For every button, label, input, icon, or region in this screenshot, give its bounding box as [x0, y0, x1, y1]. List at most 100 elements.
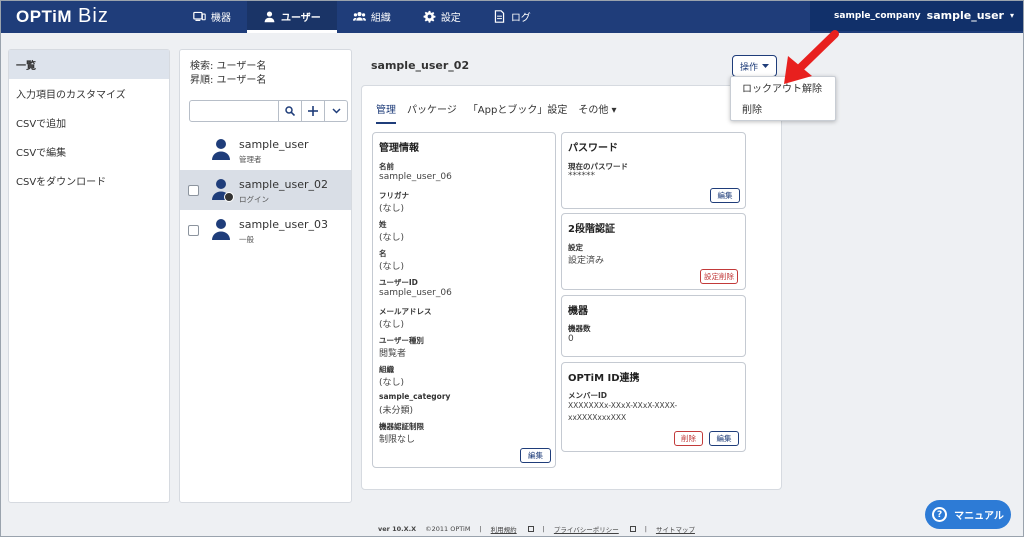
footer-separator: | — [644, 525, 647, 533]
field-value: (未分類) — [379, 406, 414, 416]
terms-link[interactable]: 利用規約 — [491, 524, 517, 534]
nav-device[interactable]: 機器 — [177, 0, 247, 33]
user-name: sample_user — [239, 138, 309, 151]
annotation-arrow-icon — [784, 30, 839, 84]
nav-user-label: ユーザー — [281, 13, 321, 24]
tab-management[interactable]: 管理 — [376, 101, 396, 124]
lock-icon — [224, 192, 234, 202]
field-value: ****** — [568, 171, 595, 181]
edit-password-button[interactable]: 編集 — [710, 188, 740, 203]
nav-group[interactable]: 組織 — [337, 0, 407, 33]
version: ver 10.X.X — [378, 525, 417, 533]
member-id-line1: XXXXXXXx-XXxX-XXxX-XXXX- — [568, 401, 678, 410]
list-options-button[interactable] — [325, 100, 348, 122]
logo-main: OPTiM — [16, 7, 73, 26]
row-checkbox[interactable] — [188, 224, 199, 236]
field-label: メールアドレス — [379, 307, 432, 316]
field-value: (なし) — [379, 262, 405, 272]
nav-log-label: ログ — [510, 13, 531, 24]
user-role: 管理者 — [239, 155, 262, 164]
card-heading: パスワード — [568, 143, 618, 154]
management-info-card: 管理情報 名前 sample_user_06 フリガナ (なし) 姓 (なし) … — [372, 132, 556, 468]
row-checkbox[interactable] — [188, 184, 199, 196]
search-button[interactable] — [279, 100, 302, 122]
nav-settings-label: 設定 — [440, 13, 461, 24]
add-user-button[interactable] — [302, 100, 325, 122]
detail-panel: 管理 パッケージ 「Appとブック」設定 その他 ▾ 管理情報 名前 sampl… — [361, 85, 782, 490]
field-label: ユーザーID — [379, 278, 418, 287]
manual-label: マニュアル — [954, 511, 1004, 522]
main-nav: 機器 ユーザー 組織 設定 ログ — [177, 0, 547, 33]
card-heading: 2段階認証 — [568, 224, 615, 235]
document-icon — [494, 10, 504, 23]
operations-label: 操作 — [739, 62, 758, 73]
nav-settings[interactable]: 設定 — [407, 0, 477, 33]
detail-title: sample_user_02 — [371, 59, 470, 72]
field-label: 名 — [379, 249, 387, 258]
user-avatar-icon — [212, 219, 230, 240]
field-label: メンバーID — [568, 391, 608, 400]
user-name: sample_user_02 — [239, 178, 328, 191]
footer-separator: | — [479, 525, 482, 533]
tab-app-book-settings[interactable]: 「Appとブック」設定 — [468, 101, 568, 124]
nav-user[interactable]: ユーザー — [247, 0, 337, 33]
optim-biz-logo[interactable]: OPTiM Biz — [16, 5, 109, 28]
optim-id-card: OPTiM ID連携 メンバーID XXXXXXXx-XXxX-XXxX-XXX… — [561, 362, 746, 452]
field-value: (なし) — [379, 204, 405, 214]
search-bar — [189, 100, 348, 122]
edit-management-button[interactable]: 編集 — [520, 448, 551, 463]
top-header: OPTiM Biz 機器 ユーザー 組織 設定 ログ sample_compan… — [0, 0, 1024, 33]
field-label: 設定 — [568, 243, 583, 252]
field-value: 0 — [568, 334, 574, 344]
field-value: (なし) — [379, 378, 405, 388]
group-icon — [352, 12, 366, 21]
field-label: sample_category — [379, 392, 451, 401]
field-label: 名前 — [379, 162, 394, 171]
card-heading: OPTiM ID連携 — [568, 373, 640, 384]
copyright: ©2011 OPTiM — [425, 525, 471, 533]
nav-group-label: 組織 — [370, 13, 391, 24]
field-value: 制限なし — [379, 435, 416, 445]
tab-package[interactable]: パッケージ — [407, 101, 457, 124]
menu-item-csv-edit[interactable]: CSVで編集 — [9, 137, 169, 166]
field-label: 機器数 — [568, 324, 591, 333]
device-icon — [193, 11, 206, 21]
manual-button[interactable]: ? マニュアル — [925, 500, 1011, 529]
caret-down-icon — [762, 64, 769, 68]
card-heading: 管理情報 — [379, 143, 419, 154]
field-value: 閲覧者 — [379, 349, 407, 359]
field-value: (なし) — [379, 320, 405, 330]
delete-user-menu-item[interactable]: 削除 — [731, 98, 835, 119]
user-row-selected[interactable]: sample_user_02 ログイン — [180, 170, 351, 210]
field-label: 組織 — [379, 365, 394, 374]
left-menu: 一覧 入力項目のカスタマイズ CSVで追加 CSVで編集 CSVをダウンロード — [8, 49, 170, 503]
user-role: 一般 — [239, 235, 254, 244]
password-card: パスワード 現在のパスワード ****** 編集 — [561, 132, 746, 209]
user-row[interactable]: sample_user 管理者 — [180, 130, 351, 170]
account-menu[interactable]: sample_company sample_user ▾ — [810, 0, 1024, 31]
plus-icon — [308, 106, 318, 116]
menu-item-customize[interactable]: 入力項目のカスタマイズ — [9, 79, 169, 108]
device-card: 機器 機器数 0 — [561, 295, 746, 357]
user-name: sample_user_03 — [239, 218, 328, 231]
gear-icon — [423, 10, 436, 23]
edit-optim-id-button[interactable]: 編集 — [709, 431, 739, 446]
menu-item-csv-download[interactable]: CSVをダウンロード — [9, 166, 169, 195]
search-input[interactable] — [189, 100, 279, 122]
menu-item-list[interactable]: 一覧 — [9, 50, 169, 79]
search-condition: 検索: ユーザー名 — [190, 61, 267, 72]
tab-other[interactable]: その他 ▾ — [578, 101, 616, 124]
delete-optim-id-button[interactable]: 削除 — [674, 431, 703, 446]
operations-button[interactable]: 操作 — [732, 55, 777, 77]
user-row[interactable]: sample_user_03 一般 — [180, 210, 351, 250]
footer: ver 10.X.X ©2011 OPTiM | 利用規約 | プライバシーポリ… — [378, 524, 695, 534]
user-avatar-icon — [212, 139, 230, 160]
company-name: sample_company — [834, 10, 921, 21]
nav-log[interactable]: ログ — [477, 0, 547, 33]
delete-2fa-setting-button[interactable]: 設定削除 — [700, 269, 738, 284]
detail-tabs: 管理 パッケージ 「Appとブック」設定 その他 ▾ — [376, 101, 617, 124]
privacy-link[interactable]: プライバシーポリシー — [554, 524, 619, 534]
menu-item-csv-add[interactable]: CSVで追加 — [9, 108, 169, 137]
sitemap-link[interactable]: サイトマップ — [656, 524, 695, 534]
footer-separator: | — [542, 525, 545, 533]
